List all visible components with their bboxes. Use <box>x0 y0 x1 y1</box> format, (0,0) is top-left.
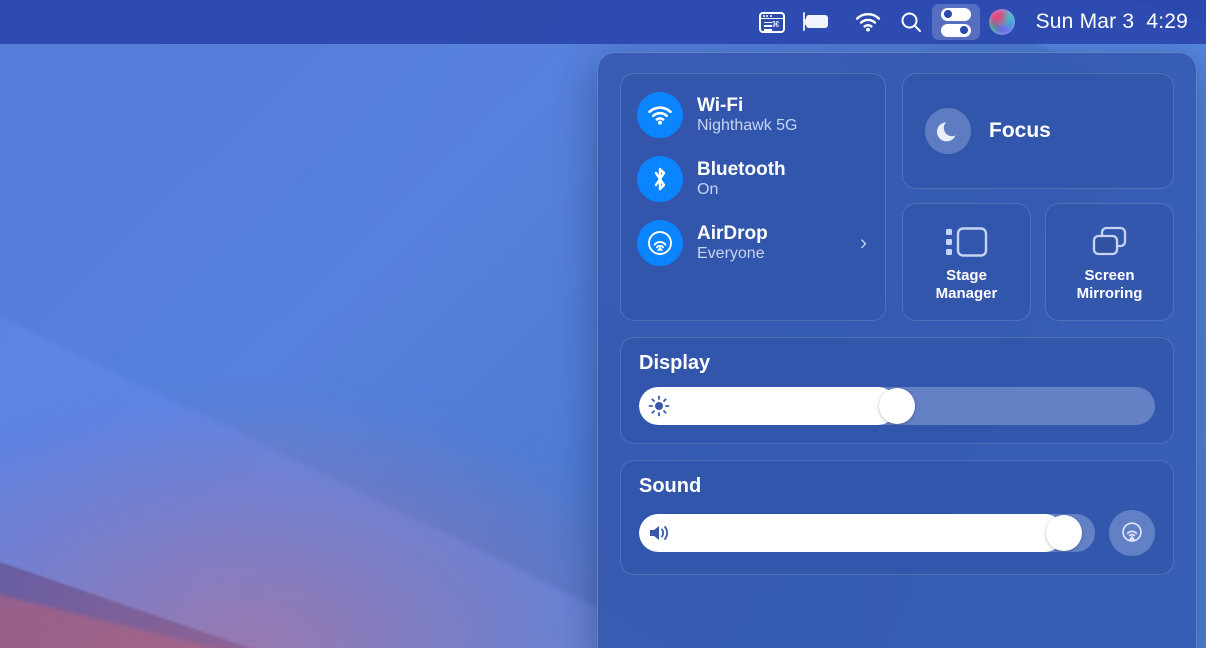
airplay-button[interactable] <box>1109 510 1155 556</box>
bluetooth-icon <box>637 156 683 202</box>
control-center-right-column: Focus Stage Manager <box>902 73 1174 321</box>
wifi-text: Wi-Fi Nighthawk 5G <box>697 95 798 136</box>
wifi-title: Wi-Fi <box>697 95 798 116</box>
menu-bar: ⌘ <box>0 0 1206 44</box>
focus-label: Focus <box>989 119 1051 143</box>
stage-manager-tile[interactable]: Stage Manager <box>902 203 1031 321</box>
volume-slider-fill <box>639 514 1064 552</box>
display-section: Display <box>620 337 1174 444</box>
volume-slider[interactable] <box>639 514 1095 552</box>
chevron-right-icon[interactable]: › <box>860 233 867 254</box>
display-title: Display <box>639 352 1155 375</box>
stage-manager-icon <box>944 225 990 259</box>
bluetooth-title: Bluetooth <box>697 159 786 180</box>
airdrop-subtitle: Everyone <box>697 245 768 263</box>
stage-manager-label: Stage Manager <box>936 267 998 302</box>
airplay-icon <box>1119 520 1145 546</box>
desktop-screen: ⌘ <box>0 0 1206 648</box>
control-center-panel: Wi-Fi Nighthawk 5G Bluetooth On <box>597 52 1197 648</box>
menubar-clock[interactable]: Sun Mar 3 4:29 <box>1024 10 1196 34</box>
battery-icon <box>803 13 837 31</box>
airdrop-row[interactable]: AirDrop Everyone › <box>637 220 871 266</box>
sound-title: Sound <box>639 475 1155 498</box>
bluetooth-text: Bluetooth On <box>697 159 786 200</box>
wifi-subtitle: Nighthawk 5G <box>697 117 798 135</box>
sound-section: Sound <box>620 460 1174 575</box>
menubar-search-button[interactable] <box>890 4 932 40</box>
sound-slider-line <box>639 510 1155 556</box>
connectivity-tile: Wi-Fi Nighthawk 5G Bluetooth On <box>620 73 886 321</box>
airdrop-text: AirDrop Everyone <box>697 223 768 264</box>
shortcut-tiles-row: Stage Manager Screen Mirroring <box>902 203 1174 321</box>
wifi-icon <box>855 12 881 32</box>
menubar-siri-button[interactable] <box>980 4 1024 40</box>
bluetooth-row[interactable]: Bluetooth On <box>637 156 871 202</box>
brightness-slider[interactable] <box>639 387 1155 425</box>
screen-mirroring-icon <box>1088 225 1132 259</box>
menubar-wifi-button[interactable] <box>846 4 890 40</box>
menubar-battery-button[interactable] <box>794 4 846 40</box>
display-slider-line <box>639 387 1155 425</box>
control-center-icon <box>941 8 971 37</box>
brightness-icon <box>648 395 670 417</box>
menubar-control-center-button[interactable] <box>932 4 980 40</box>
brightness-slider-knob[interactable] <box>879 388 915 424</box>
wifi-icon <box>637 92 683 138</box>
search-icon <box>899 10 923 34</box>
shortcuts-icon: ⌘ <box>759 12 785 33</box>
airdrop-icon <box>637 220 683 266</box>
wifi-row[interactable]: Wi-Fi Nighthawk 5G <box>637 92 871 138</box>
screen-mirroring-tile[interactable]: Screen Mirroring <box>1045 203 1174 321</box>
menubar-shortcuts-button[interactable]: ⌘ <box>750 4 794 40</box>
brightness-slider-fill <box>639 387 897 425</box>
siri-icon <box>989 9 1015 35</box>
volume-slider-knob[interactable] <box>1046 515 1082 551</box>
control-center-top-row: Wi-Fi Nighthawk 5G Bluetooth On <box>620 73 1174 321</box>
focus-tile[interactable]: Focus <box>902 73 1174 189</box>
screen-mirroring-label: Screen Mirroring <box>1077 267 1143 302</box>
volume-icon <box>648 523 672 543</box>
moon-icon <box>925 108 971 154</box>
bluetooth-subtitle: On <box>697 181 786 199</box>
airdrop-title: AirDrop <box>697 223 768 244</box>
